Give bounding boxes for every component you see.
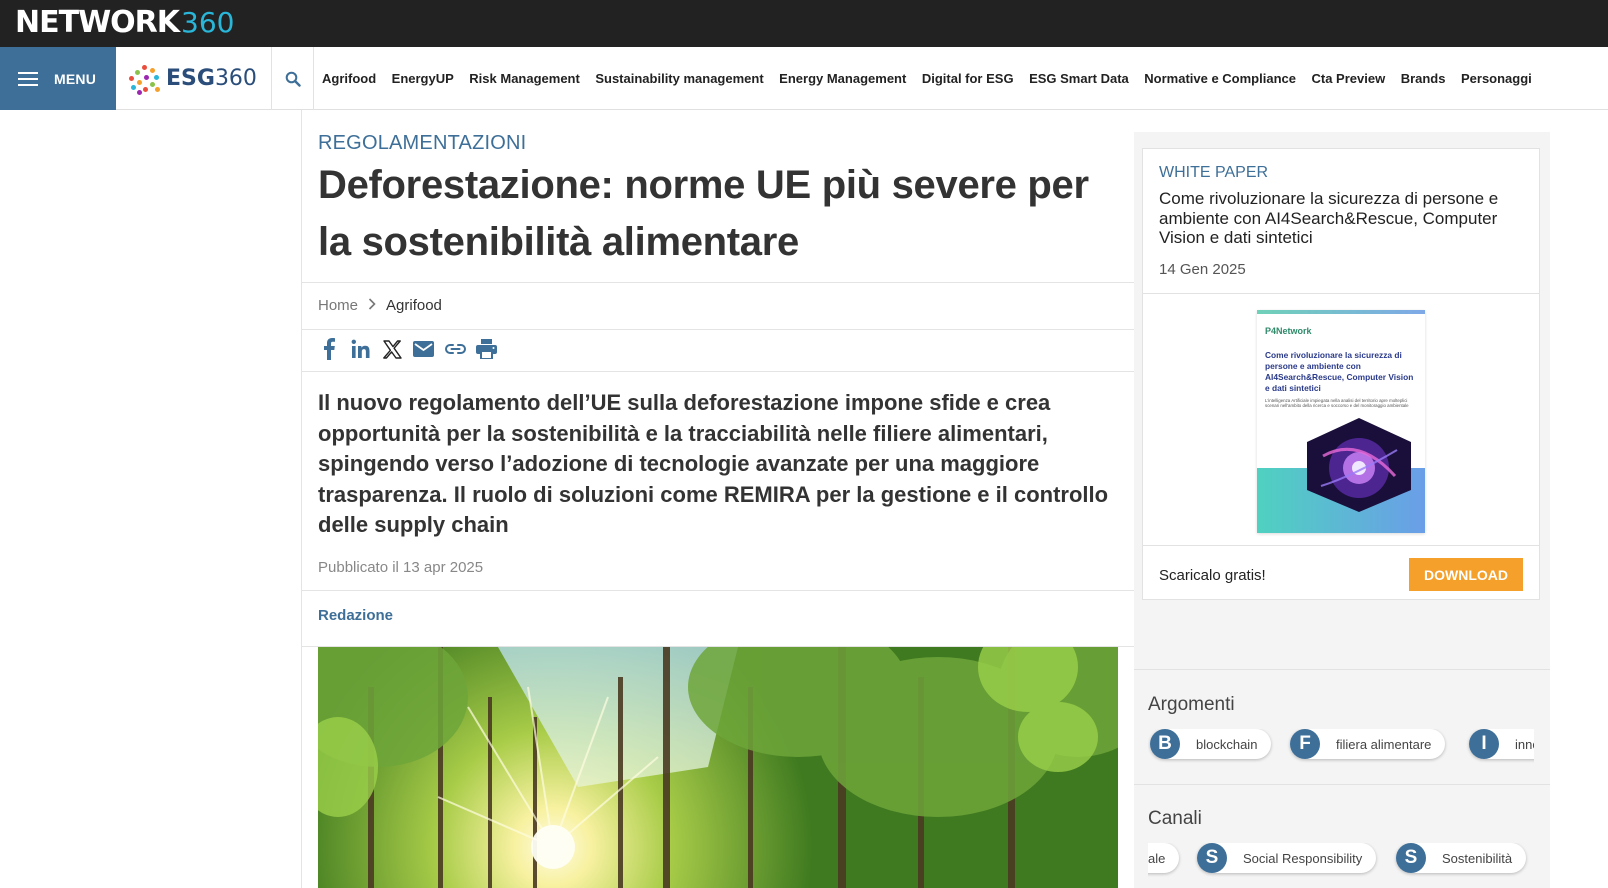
nav-link-sustainability-management[interactable]: Sustainability management [595,71,763,86]
esg-logo-word: ESG [166,66,215,91]
divider [1143,545,1539,546]
nav-link-brands[interactable]: Brands [1401,71,1446,86]
nav-link-energyup[interactable]: EnergyUP [392,71,454,86]
topic-label: innovazione [1515,736,1534,752]
linkedin-icon[interactable] [350,338,372,360]
cover-brand: P4Network [1265,326,1312,336]
divider [1143,293,1539,294]
nav-link-normative-compliance[interactable]: Normative e Compliance [1144,71,1296,86]
article-summary: Il nuovo regolamento dell’UE sulla defor… [318,390,1109,537]
nav-link-agrifood[interactable]: Agrifood [322,71,376,86]
hamburger-icon [18,71,38,86]
channel-chip-social-responsibility[interactable]: S Social Responsibility [1197,843,1377,873]
chevron-right-icon [368,298,376,313]
sidebar: WHITE PAPER Come rivoluzionare la sicure… [1134,132,1550,888]
breadcrumb-home[interactable]: Home [318,297,358,314]
email-icon[interactable] [413,338,435,360]
menu-button[interactable]: MENU [0,47,116,110]
nav-link-energy-management[interactable]: Energy Management [779,71,906,86]
divider [302,329,1135,330]
x-twitter-icon[interactable] [381,338,403,360]
download-button[interactable]: DOWNLOAD [1409,558,1523,591]
esg-dots-icon [126,63,164,95]
search-icon [285,71,301,87]
whitepaper-cover[interactable]: P4Network Come rivoluzionare la sicurezz… [1257,310,1425,533]
whitepaper-date: 14 Gen 2025 [1159,261,1246,278]
whitepaper-cta-text: Scaricalo gratis! [1159,567,1266,584]
divider [302,371,1135,372]
channels-chips: ale S Social Responsibility S Sostenibil… [1148,843,1534,883]
topic-letter: F [1290,729,1320,759]
divider [302,590,1135,591]
menu-label: MENU [54,70,97,87]
article-column: REGOLAMENTAZIONI Deforestazione: norme U… [301,110,1135,888]
divider [1134,784,1550,785]
topic-chip-blockchain[interactable]: B blockchain [1150,729,1272,759]
divider [1134,669,1550,670]
nav-link-risk-management[interactable]: Risk Management [469,71,580,86]
nav-link-digital-for-esg[interactable]: Digital for ESG [922,71,1014,86]
network-logo-number: 360 [181,6,235,39]
forest-image [318,647,1118,888]
esg-logo-number: 360 [214,66,257,91]
breadcrumb-current[interactable]: Agrifood [386,297,442,314]
article-category[interactable]: REGOLAMENTAZIONI [318,132,526,155]
channel-label: Sostenibilità [1442,850,1513,866]
article-title: Deforestazione: norme UE più severe per … [318,163,1089,264]
divider [302,282,1135,283]
network-bar: NETWORK 360 [0,0,1608,47]
topics-heading: Argomenti [1148,694,1235,715]
publish-date: Pubblicato il 13 apr 2025 [318,559,484,576]
whitepaper-title[interactable]: Come rivoluzionare la sicurezza di perso… [1159,189,1529,248]
channel-chip-sostenibilita[interactable]: S Sostenibilità [1396,843,1527,873]
topic-letter: B [1150,729,1180,759]
channel-letter: S [1396,843,1426,873]
topic-letter: I [1469,729,1499,759]
article-author[interactable]: Redazione [318,607,393,624]
share-bar [318,338,507,360]
esg360-logo[interactable]: ESG360 [116,47,272,110]
network360-logo[interactable]: NETWORK 360 [15,5,234,41]
topics-chips: B blockchain F filiera alimentare I inno… [1148,729,1534,769]
channel-label: ale [1148,850,1166,866]
cover-title: Come rivoluzionare la sicurezza di perso… [1265,350,1414,393]
breadcrumb: Home Agrifood [318,297,442,314]
whitepaper-kicker: WHITE PAPER [1159,164,1269,181]
nav-link-personaggi[interactable]: Personaggi [1461,71,1532,86]
search-button[interactable] [272,47,314,110]
link-icon[interactable] [444,338,466,360]
hero-image [318,647,1118,888]
topic-chip-filiera-alimentare[interactable]: F filiera alimentare [1290,729,1446,759]
topic-chip-innovazione[interactable]: I innovazione [1469,729,1534,759]
topic-label: filiera alimentare [1336,736,1432,752]
cover-subtitle: L'intelligenza Artificiale impiegata nel… [1265,398,1409,409]
nav-links: Agrifood EnergyUP Risk Management Sustai… [314,47,1539,110]
whitepaper-card[interactable]: WHITE PAPER Come rivoluzionare la sicure… [1142,148,1540,600]
nav-link-cta-preview[interactable]: Cta Preview [1311,71,1385,86]
channel-letter: S [1197,843,1227,873]
channel-chip-partial[interactable]: ale [1148,843,1180,873]
print-icon[interactable] [476,338,498,360]
channels-heading: Canali [1148,808,1202,829]
cover-hexagon-art [1307,418,1411,512]
network-logo-word: NETWORK [15,5,180,40]
channel-label: Social Responsibility [1243,850,1363,866]
facebook-icon[interactable] [318,338,340,360]
nav-link-esg-smart-data[interactable]: ESG Smart Data [1029,71,1129,86]
topic-label: blockchain [1196,736,1258,752]
main-nav: MENU ESG360 Agrifood EnergyUP Risk Manag… [0,47,1608,110]
